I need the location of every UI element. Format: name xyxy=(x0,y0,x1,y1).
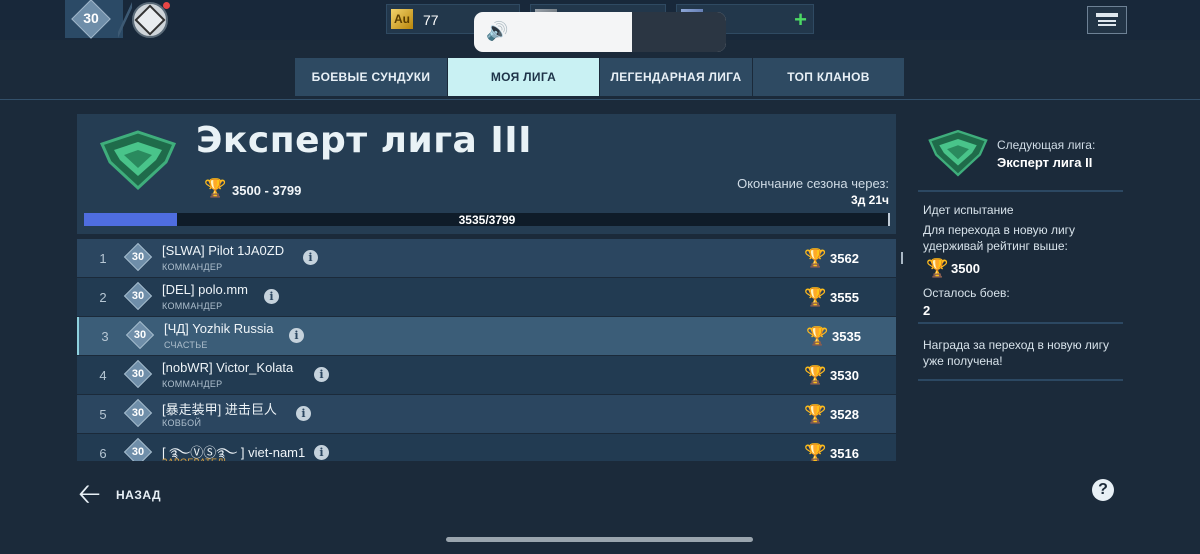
row-rank: 4 xyxy=(99,368,107,383)
leaderboard-scrollbar[interactable] xyxy=(901,252,903,264)
player-name: [nobWR] Victor_Kolata xyxy=(162,360,294,375)
row-rank: 5 xyxy=(99,407,107,422)
trophy-icon: 🏆 xyxy=(926,258,949,278)
rating-progress-text: 3535/3799 xyxy=(458,213,516,227)
row-rank: 2 xyxy=(99,290,107,305)
plus-icon[interactable]: + xyxy=(794,7,807,33)
player-score: 3530 xyxy=(830,368,859,383)
leaderboard-row[interactable]: 4 30 [nobWR] Victor_Kolata КОММАНДЕР i 🏆 3530 xyxy=(77,356,896,394)
leaderboard-row[interactable]: 2 30 [DEL] polo.mm КОММАНДЕР i 🏆 3555 xyxy=(77,278,896,316)
volume-icon: 🔊 xyxy=(486,21,509,41)
gold-icon: Au xyxy=(391,9,413,29)
side-divider xyxy=(918,379,1123,381)
player-score: 3535 xyxy=(832,329,861,344)
info-icon[interactable]: i xyxy=(289,328,304,343)
side-divider xyxy=(918,190,1123,192)
battles-left-label: Осталось боев: xyxy=(923,286,1010,300)
gold-value: 77 xyxy=(423,12,439,28)
avatar-icon xyxy=(134,4,166,36)
next-league-label: Следующая лига: xyxy=(997,138,1096,152)
leaderboard-row[interactable]: 3 30 [ЧД] Yozhik Russia СЧАСТЬЕ i 🏆 3535 xyxy=(77,317,896,355)
trophy-icon: 🏆 xyxy=(804,404,827,424)
player-title: ЗАВОЕВАТЕЛЬ xyxy=(162,457,230,461)
row-level: 30 xyxy=(131,368,145,380)
season-end-value: 3д 21ч xyxy=(851,193,889,207)
info-icon[interactable]: i xyxy=(314,445,329,460)
divider-slash xyxy=(118,2,132,38)
trophy-icon: 🏆 xyxy=(804,248,827,268)
trophy-icon: 🏆 xyxy=(804,365,827,385)
player-score: 3555 xyxy=(830,290,859,305)
player-title: КОВБОЙ xyxy=(162,418,202,428)
back-label: НАЗАД xyxy=(116,488,162,502)
info-icon[interactable]: i xyxy=(314,367,329,382)
leaderboard-row[interactable]: 1 30 [SLWA] Pilot 1JA0ZD КОММАНДЕР i 🏆 3562 xyxy=(77,239,896,277)
row-level: 30 xyxy=(131,290,145,302)
volume-overlay: 🔊 xyxy=(474,12,726,52)
tabs-underline xyxy=(0,99,1200,100)
player-title: КОММАНДЕР xyxy=(162,301,223,311)
trophy-icon: 🏆 xyxy=(204,178,227,198)
row-level: 30 xyxy=(131,446,145,458)
leaderboard-row[interactable]: 5 30 [暴走装甲] 进击巨人 КОВБОЙ i 🏆 3528 xyxy=(77,395,896,433)
trial-status: Идет испытание xyxy=(923,203,1014,217)
row-level: 30 xyxy=(131,407,145,419)
player-title: КОММАНДЕР xyxy=(162,379,223,389)
league-emblem-icon xyxy=(99,130,177,191)
tab-my-league[interactable]: МОЯ ЛИГА xyxy=(448,58,599,96)
next-league-value: Эксперт лига II xyxy=(997,155,1093,170)
leaderboard[interactable]: 1 30 [SLWA] Pilot 1JA0ZD КОММАНДЕР i 🏆 3562 2 30… xyxy=(77,239,896,461)
volume-level-empty xyxy=(632,12,726,52)
leaderboard-row[interactable]: 630[ ࿐ⓋⓈ࿐ ] viet-nam1ЗАВОЕВАТЕЛЬi🏆3516 xyxy=(77,434,896,461)
player-title: КОММАНДЕР xyxy=(162,262,223,272)
reward-text: Награда за переход в новую лигу уже полу… xyxy=(923,338,1109,368)
tab-battle-chests[interactable]: БОЕВЫЕ СУНДУКИ xyxy=(295,58,447,96)
hold-rating-text: Для перехода в новую лигу удерживай рейт… xyxy=(923,223,1076,253)
row-level: 30 xyxy=(131,251,145,263)
back-arrow-icon: 🡠 xyxy=(78,478,101,509)
player-name: [SLWA] Pilot 1JA0ZD xyxy=(162,243,285,258)
player-name: [暴走装甲] 进击巨人 xyxy=(162,402,277,417)
info-icon[interactable]: i xyxy=(296,406,311,421)
info-icon[interactable]: i xyxy=(264,289,279,304)
help-icon[interactable]: ? xyxy=(1092,479,1114,501)
league-title: Эксперт лига III xyxy=(196,120,533,161)
row-rank: 3 xyxy=(101,329,109,344)
season-end-label: Окончание сезона через: xyxy=(737,176,889,191)
next-league-emblem-icon xyxy=(928,129,988,177)
trophy-icon: 🏆 xyxy=(804,443,827,461)
tab-top-clans[interactable]: ТОП КЛАНОВ xyxy=(753,58,904,96)
garage-icon xyxy=(1096,13,1118,27)
hold-rating-value: 3500 xyxy=(951,261,980,276)
tab-legendary-league[interactable]: ЛЕГЕНДАРНАЯ ЛИГА xyxy=(600,58,752,96)
side-divider xyxy=(918,322,1123,324)
trophy-icon: 🏆 xyxy=(806,326,829,346)
player-score: 3516 xyxy=(830,446,859,461)
player-score: 3528 xyxy=(830,407,859,422)
player-title: СЧАСТЬЕ xyxy=(164,340,208,350)
player-name: [DEL] polo.mm xyxy=(162,282,248,297)
league-range: 3500 - 3799 xyxy=(232,183,302,198)
row-level: 30 xyxy=(133,329,147,341)
garage-button[interactable] xyxy=(1087,6,1127,34)
player-score: 3562 xyxy=(830,251,859,266)
trophy-icon: 🏆 xyxy=(804,287,827,307)
player-name: [ЧД] Yozhik Russia xyxy=(164,321,274,336)
row-rank: 1 xyxy=(99,251,107,266)
home-indicator[interactable] xyxy=(446,537,753,542)
player-level: 30 xyxy=(83,10,99,26)
row-rank: 6 xyxy=(99,446,107,461)
battles-left-value: 2 xyxy=(923,303,931,318)
info-icon[interactable]: i xyxy=(303,250,318,265)
notification-dot xyxy=(163,2,170,9)
